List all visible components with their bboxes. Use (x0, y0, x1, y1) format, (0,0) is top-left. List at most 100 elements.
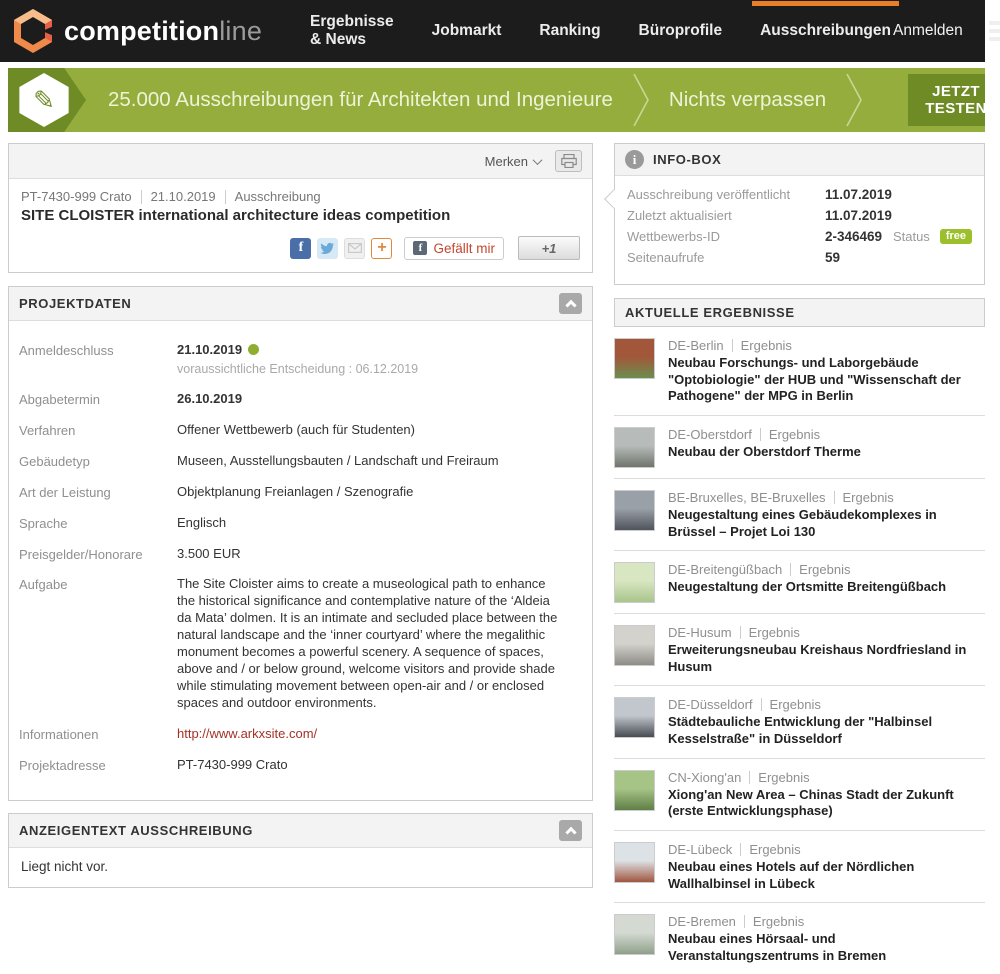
result-thumbnail (614, 697, 655, 738)
result-list-item[interactable]: DE-BreitengüßbachErgebnisNeugestaltung d… (614, 551, 985, 614)
field-value-wrap: http://www.arkxsite.com/ (177, 726, 580, 743)
print-button[interactable] (555, 150, 582, 172)
social-share-row: f + f Gefällt mir +1 (21, 236, 580, 260)
breadcrumb: PT-7430-999 Crato 21.10.2019 Ausschreibu… (21, 189, 580, 204)
result-text: DE-BerlinErgebnisNeubau Forschungs- und … (668, 338, 983, 405)
infobox-label: Seitenaufrufe (627, 250, 825, 265)
page-title: SITE CLOISTER international architecture… (21, 207, 580, 224)
field-value-wrap: Offener Wettbewerb (auch für Studenten) (177, 422, 580, 439)
field-label: Aufgabe (19, 576, 177, 711)
projektdaten-row: Preisgelder/Honorare3.500 EUR (19, 539, 580, 570)
anzeigentext-body: Liegt nicht vor. (9, 848, 592, 887)
projektdaten-card: PROJEKTDATEN Anmeldeschluss21.10.2019vor… (8, 286, 593, 801)
result-thumbnail (614, 338, 655, 379)
nav-item-bueroprofile[interactable]: Büroprofile (637, 1, 725, 61)
hamburger-menu-icon[interactable] (989, 17, 1000, 45)
status-label: Status (893, 229, 930, 244)
more-share-icon[interactable]: + (371, 238, 392, 259)
header-card-body: PT-7430-999 Crato 21.10.2019 Ausschreibu… (9, 179, 592, 272)
result-tag: Ergebnis (799, 562, 850, 577)
field-value-wrap: 21.10.2019voraussichtliche Entscheidung … (177, 342, 580, 377)
infobox-label: Wettbewerbs-ID (627, 229, 825, 244)
login-link[interactable]: Anmelden (893, 22, 963, 40)
google-plusone-button[interactable]: +1 (518, 236, 580, 260)
meta-separator (761, 698, 762, 711)
banner-text-1: 25.000 Ausschreibungen für Architekten u… (108, 88, 613, 112)
result-thumbnail (614, 625, 655, 666)
result-list-item[interactable]: BE-Bruxelles, BE-Bruxelles Ergebnis Neuges… (614, 479, 985, 551)
chevron-up-icon (565, 827, 576, 838)
result-thumbnail (614, 562, 655, 603)
result-meta: DE-BremenErgebnis (668, 914, 983, 929)
facebook-share-icon[interactable]: f (290, 238, 311, 259)
results-title: AKTUELLE ERGEBNISSE (625, 305, 795, 320)
result-title: Neubau Forschungs- und Laborgebäude "Opt… (668, 355, 983, 405)
result-list-item[interactable]: DE-LübeckErgebnisNeubau eines Hotels auf… (614, 831, 985, 903)
nav-item-ranking[interactable]: Ranking (537, 1, 602, 61)
infobox-value: 59 (825, 250, 840, 265)
result-thumbnail (614, 770, 655, 811)
meta-separator (744, 915, 745, 928)
result-location: DE-Husum (668, 625, 732, 640)
field-label: Informationen (19, 726, 177, 743)
projektdaten-row: SpracheEnglisch (19, 508, 580, 539)
field-value: 21.10.2019 (177, 342, 242, 357)
infobox-body: Ausschreibung veröffentlicht11.07.2019Zu… (615, 176, 984, 284)
twitter-share-icon[interactable] (317, 238, 338, 259)
result-tag: Ergebnis (770, 697, 821, 712)
field-value-wrap: Englisch (177, 515, 580, 532)
banner-text-2: Nichts verpassen (669, 88, 826, 112)
result-text: DE-BreitengüßbachErgebnisNeugestaltung d… (668, 562, 946, 603)
field-value-wrap: The Site Cloister aims to create a museo… (177, 576, 580, 711)
result-title: Neugestaltung der Ortsmitte Breitengüßba… (668, 579, 946, 596)
breadcrumb-type: Ausschreibung (235, 189, 321, 204)
result-list-item[interactable]: DE-OberstdorfErgebnisNeubau der Oberstdo… (614, 416, 985, 479)
result-location: DE-Düsseldorf (668, 697, 753, 712)
result-location: BE-Bruxelles, BE-Bruxelles (668, 490, 826, 505)
facebook-icon: f (413, 241, 427, 255)
top-navigation-bar: competitionline Ergebnisse & News Jobmar… (0, 0, 985, 62)
merken-label: Merken (485, 154, 528, 169)
nav-right-group: Anmelden (893, 17, 1000, 45)
projektdaten-row: GebäudetypMuseen, Ausstellungsbauten / L… (19, 446, 580, 477)
nav-item-ausschreibungen[interactable]: Ausschreibungen (758, 1, 893, 61)
result-title: Neugestaltung eines Gebäudekomplexes in … (668, 507, 983, 540)
field-label: Preisgelder/Honorare (19, 546, 177, 563)
result-list-item[interactable]: DE-BerlinErgebnisNeubau Forschungs- und … (614, 327, 985, 416)
result-location: DE-Oberstdorf (668, 427, 752, 442)
meta-separator (790, 563, 791, 576)
result-tag: Ergebnis (843, 490, 894, 505)
competitionline-logo-icon (12, 8, 54, 54)
result-list-item[interactable]: CN-Xiong'anErgebnisXiong'an New Area – C… (614, 759, 985, 831)
status-badge: free (940, 229, 972, 244)
result-list-item[interactable]: DE-HusumErgebnisErweiterungsneubau Kreis… (614, 614, 985, 686)
result-location: DE-Lübeck (668, 842, 732, 857)
infobox-label: Zuletzt aktualisiert (627, 208, 825, 223)
nav-item-jobmarkt[interactable]: Jobmarkt (430, 1, 504, 61)
collapse-anzeigentext-button[interactable] (559, 820, 582, 841)
result-title: Neubau eines Hörsaal- und Veranstaltungs… (668, 931, 983, 964)
projektdaten-row: AufgabeThe Site Cloister aims to create … (19, 569, 580, 718)
jetzt-testen-button[interactable]: JETZT TESTEN (908, 74, 985, 126)
field-value: Museen, Ausstellungsbauten / Landschaft … (177, 453, 499, 468)
info-link[interactable]: http://www.arkxsite.com/ (177, 726, 317, 741)
promo-banner[interactable]: ✎ 25.000 Ausschreibungen für Architekten… (8, 68, 985, 132)
field-value: 3.500 EUR (177, 546, 241, 561)
result-location: DE-Berlin (668, 338, 724, 353)
facebook-like-button[interactable]: f Gefällt mir (404, 237, 504, 260)
merken-dropdown[interactable]: Merken (485, 154, 541, 169)
result-list-item[interactable]: DE-BremenErgebnis Neubau eines Hörsaal- u… (614, 903, 985, 974)
meta-separator (749, 771, 750, 784)
email-share-icon[interactable] (344, 238, 365, 259)
result-list-item[interactable]: DE-DüsseldorfErgebnisStädtebauliche Entw… (614, 686, 985, 758)
info-box: i INFO-BOX Ausschreibung veröffentlicht1… (614, 143, 985, 285)
result-thumbnail (614, 914, 655, 955)
results-list: DE-Berlin Ergebnis Neubau Forschungs- und … (614, 327, 985, 974)
banner-icon-wrap: ✎ (8, 68, 94, 132)
infobox-row: Wettbewerbs-ID2-346469Statusfree (627, 226, 972, 247)
result-title: Erweiterungsneubau Kreishaus Nordfriesla… (668, 642, 983, 675)
brand-logo[interactable]: competitionline (12, 8, 262, 54)
collapse-projektdaten-button[interactable] (559, 293, 582, 314)
nav-item-ergebnisse-news[interactable]: Ergebnisse & News (308, 0, 396, 70)
field-value: The Site Cloister aims to create a museo… (177, 576, 557, 709)
